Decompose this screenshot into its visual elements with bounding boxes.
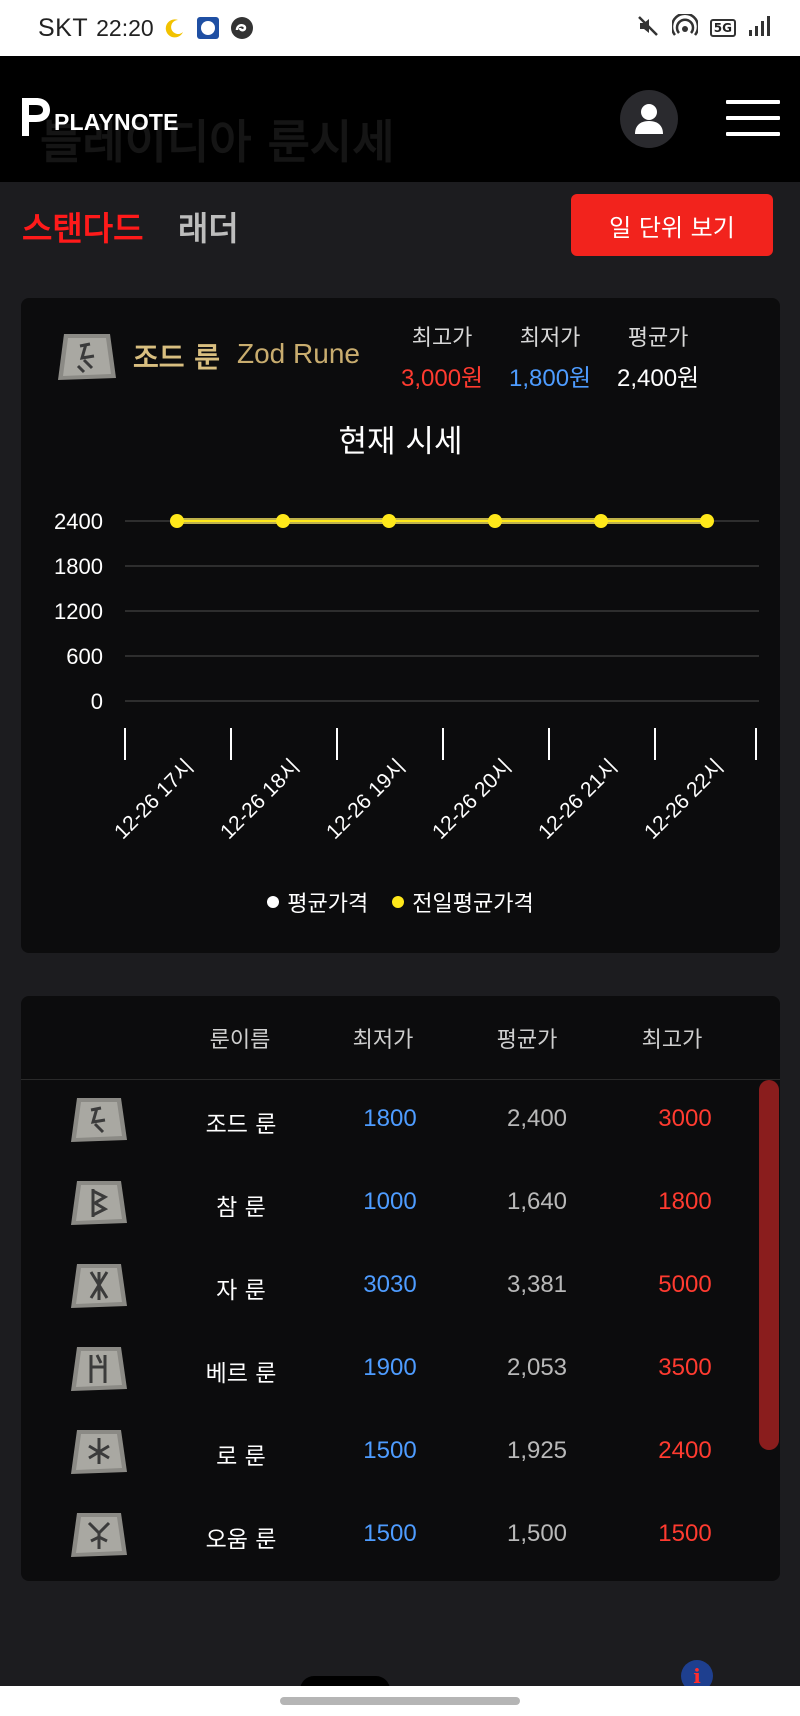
data-point [170, 514, 184, 528]
rune-high-price: 3500 [658, 1354, 712, 1381]
table-row[interactable]: 로 룬 1500 1,925 2400 [21, 1412, 780, 1495]
rune-low-price: 1900 [363, 1354, 417, 1381]
rune-low-price: 3030 [363, 1271, 417, 1298]
menu-line-icon [726, 100, 780, 104]
table-row[interactable]: 자 룬 3030 3,381 5000 [21, 1246, 780, 1329]
y-tick-label: 1200 [54, 599, 103, 624]
ber-rune-icon [69, 1341, 129, 1401]
signal-icon [748, 15, 770, 41]
rune-avg-price: 3,381 [506, 1271, 568, 1298]
x-tick-label: 12-26 19시 [322, 755, 411, 844]
user-profile-button[interactable] [620, 90, 678, 148]
clock: 22:20 [96, 14, 154, 41]
column-header-low: 최저가 [352, 1028, 414, 1053]
data-point [382, 514, 396, 528]
y-tick-label: 600 [66, 644, 103, 669]
table-header: 룬이름 최저가 평균가 최고가 [21, 996, 780, 1080]
price-chart-card: 조드 룬 Zod Rune 최고가 3,000원 최저가 1,800원 평균가 … [21, 298, 780, 953]
price-line-chart: 060012001800240012-26 17시 12-26 18시 12-26 … [54, 509, 759, 844]
app-header: 블레이디아 룬시세 PLAYNOTE [0, 56, 800, 182]
table-scrollbar[interactable] [759, 1080, 779, 1450]
app-notification-icon [196, 16, 220, 40]
playnote-logo[interactable]: PLAYNOTE [20, 96, 179, 138]
lo-rune-icon [69, 1424, 129, 1484]
carrier-label: SKT [38, 13, 89, 42]
data-point [488, 514, 502, 528]
y-tick-label: 1800 [54, 554, 103, 579]
rune-low-price: 1800 [363, 1105, 417, 1132]
column-header-name: 룬이름 [209, 1028, 271, 1053]
legend-dot-white [267, 896, 280, 908]
rune-high-price: 5000 [658, 1271, 712, 1298]
rune-avg-price: 2,053 [506, 1354, 568, 1381]
jah-rune-icon [69, 1258, 129, 1318]
legend-label-prev-avg: 전일평균가격 [412, 892, 534, 917]
table-row[interactable]: 베르 룬 1900 2,053 3500 [21, 1329, 780, 1412]
x-tick-label: 12-26 21시 [534, 755, 623, 844]
mute-icon [636, 14, 660, 42]
legend-label-avg: 평균가격 [287, 892, 369, 917]
zod-rune-icon [69, 1092, 129, 1152]
rune-name: 오움 룬 [205, 1527, 277, 1553]
x-tick-label: 12-26 17시 [110, 755, 199, 844]
x-tick-label: 12-26 22시 [640, 755, 729, 844]
table-row[interactable]: 오움 룬 1500 1,500 1500 [21, 1495, 780, 1578]
column-header-high: 최고가 [641, 1028, 703, 1053]
rune-avg-price: 1,500 [506, 1520, 568, 1547]
hotspot-icon [670, 12, 700, 42]
rune-avg-price: 1,640 [506, 1188, 568, 1215]
moon-icon [164, 17, 186, 39]
data-point [700, 514, 714, 528]
chart-legend: 평균가격 전일평균가격 [21, 886, 780, 918]
legend-dot-yellow [392, 896, 405, 908]
swirl-app-icon [230, 16, 254, 40]
data-point [276, 514, 290, 528]
rune-low-price: 1500 [363, 1437, 417, 1464]
rune-low-price: 1500 [363, 1520, 417, 1547]
tab-ladder[interactable]: 래더 [178, 202, 239, 250]
y-tick-label: 0 [91, 689, 103, 714]
menu-line-icon [726, 132, 780, 136]
x-tick-label: 12-26 20시 [428, 755, 517, 844]
hamburger-menu-button[interactable] [726, 100, 780, 136]
table-row[interactable]: 참 룬 1000 1,640 1800 [21, 1163, 780, 1246]
tab-standard[interactable]: 스탠다드 [22, 202, 143, 250]
rune-high-price: 1800 [658, 1188, 712, 1215]
rune-avg-price: 2,400 [506, 1105, 568, 1132]
network-badge: 5G [709, 19, 736, 37]
rune-avg-price: 1,925 [506, 1437, 568, 1464]
status-bar: SKT 22:20 5G [0, 0, 800, 56]
rune-high-price: 3000 [658, 1105, 712, 1132]
user-icon [635, 104, 663, 134]
rune-name: 조드 룬 [205, 1112, 277, 1138]
rune-low-price: 1000 [363, 1188, 417, 1215]
legend-item-prev-avg[interactable]: 전일평균가격 [392, 886, 534, 918]
logo-text: PLAYNOTE [54, 109, 179, 135]
cham-rune-icon [69, 1175, 129, 1235]
rune-name: 참 룬 [216, 1195, 266, 1221]
rune-price-table: 룬이름 최저가 평균가 최고가 조드 룬 1800 2,400 3000 참 룬… [21, 996, 780, 1581]
y-tick-label: 2400 [54, 509, 103, 534]
rune-name: 로 룬 [216, 1444, 266, 1470]
x-tick-label: 12-26 18시 [216, 755, 305, 844]
data-point [594, 514, 608, 528]
logo-mark-icon [22, 98, 50, 136]
legend-item-avg[interactable]: 평균가격 [267, 886, 368, 918]
home-indicator[interactable] [280, 1697, 520, 1705]
table-row[interactable]: 조드 룬 1800 2,400 3000 [21, 1080, 780, 1163]
rune-name: 베르 룬 [205, 1361, 277, 1387]
daily-view-button[interactable]: 일 단위 보기 [571, 194, 773, 256]
ohm-rune-icon [69, 1507, 129, 1567]
menu-line-icon [726, 116, 780, 120]
rune-high-price: 1500 [658, 1520, 712, 1547]
rune-high-price: 2400 [658, 1437, 712, 1464]
rune-name: 자 룬 [216, 1278, 266, 1304]
column-header-avg: 평균가 [496, 1028, 558, 1053]
